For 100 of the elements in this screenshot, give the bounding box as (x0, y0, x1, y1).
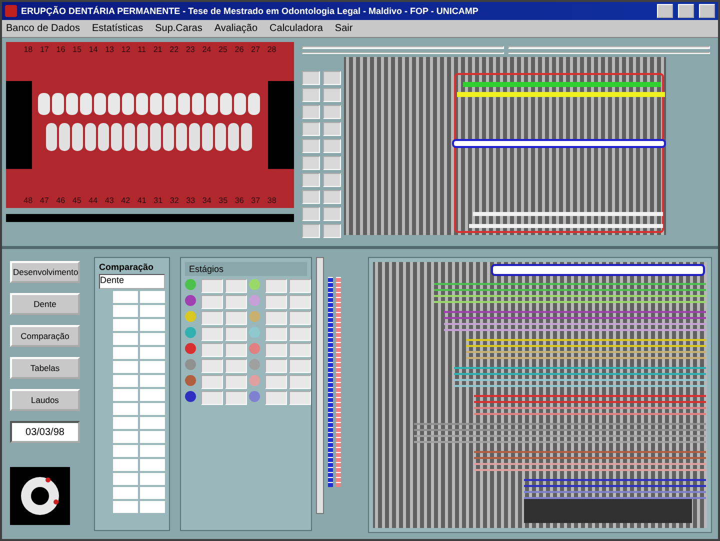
input-field[interactable] (113, 347, 138, 359)
input-field[interactable] (225, 279, 247, 293)
small-field[interactable] (302, 190, 320, 204)
input-field[interactable] (508, 46, 710, 48)
input-field[interactable] (113, 375, 138, 387)
input-field[interactable] (302, 46, 504, 48)
input-field[interactable] (201, 359, 223, 373)
input-field[interactable] (289, 295, 311, 309)
input-field[interactable] (113, 291, 138, 303)
small-field[interactable] (323, 105, 341, 119)
small-field[interactable] (302, 139, 320, 153)
menu-item[interactable]: Avaliação (214, 23, 258, 34)
input-field[interactable] (201, 279, 223, 293)
small-field[interactable] (302, 105, 320, 119)
input-field[interactable] (113, 473, 138, 485)
small-field[interactable] (323, 224, 341, 238)
side-button[interactable]: Dente (10, 293, 80, 315)
input-field[interactable] (265, 343, 287, 357)
input-field[interactable] (225, 343, 247, 357)
input-field[interactable] (289, 327, 311, 341)
input-field[interactable] (140, 319, 165, 331)
input-field[interactable] (201, 391, 223, 405)
menu-item[interactable]: Estatísticas (92, 23, 144, 34)
small-field[interactable] (302, 71, 320, 85)
input-field[interactable] (225, 391, 247, 405)
input-field[interactable] (140, 375, 165, 387)
small-field[interactable] (323, 71, 341, 85)
input-field[interactable] (140, 459, 165, 471)
input-field[interactable] (140, 445, 165, 457)
input-field[interactable] (265, 327, 287, 341)
input-field[interactable] (140, 333, 165, 345)
small-field[interactable] (302, 224, 320, 238)
input-field[interactable] (289, 311, 311, 325)
input-field[interactable] (140, 305, 165, 317)
side-button[interactable]: Comparação (10, 325, 80, 347)
input-field[interactable] (265, 391, 287, 405)
side-button[interactable]: Desenvolvimento (10, 261, 80, 283)
input-field[interactable] (113, 361, 138, 373)
scroll-bar[interactable] (6, 214, 294, 222)
small-field[interactable] (302, 173, 320, 187)
small-field[interactable] (302, 88, 320, 102)
small-field[interactable] (302, 207, 320, 221)
input-field[interactable] (140, 347, 165, 359)
input-field[interactable] (265, 279, 287, 293)
input-field[interactable] (265, 295, 287, 309)
small-field[interactable] (323, 190, 341, 204)
menu-item[interactable]: Calculadora (270, 23, 323, 34)
input-field[interactable] (289, 343, 311, 357)
input-field[interactable] (265, 375, 287, 389)
input-field[interactable] (289, 359, 311, 373)
input-field[interactable] (225, 359, 247, 373)
small-field[interactable] (323, 139, 341, 153)
input-field[interactable] (113, 487, 138, 499)
close-button[interactable] (699, 4, 715, 18)
small-field[interactable] (302, 156, 320, 170)
small-field[interactable] (302, 122, 320, 136)
small-field[interactable] (323, 122, 341, 136)
input-field[interactable] (113, 389, 138, 401)
input-field[interactable] (113, 431, 138, 443)
input-field[interactable] (140, 487, 165, 499)
small-field[interactable] (323, 173, 341, 187)
side-button[interactable]: Laudos (10, 389, 80, 411)
small-field[interactable] (323, 207, 341, 221)
menu-item[interactable]: Banco de Dados (6, 23, 80, 34)
input-field[interactable] (201, 343, 223, 357)
tooth-dropdown[interactable]: Dente (99, 274, 165, 289)
input-field[interactable] (140, 501, 165, 513)
menu-item[interactable]: Sair (334, 23, 353, 34)
input-field[interactable] (140, 361, 165, 373)
input-field[interactable] (201, 295, 223, 309)
input-field[interactable] (201, 311, 223, 325)
small-field[interactable] (323, 88, 341, 102)
scroll-bar[interactable] (316, 257, 324, 514)
input-field[interactable] (140, 431, 165, 443)
input-field[interactable] (113, 501, 138, 513)
input-field[interactable] (225, 311, 247, 325)
input-field[interactable] (225, 327, 247, 341)
input-field[interactable] (289, 375, 311, 389)
input-field[interactable] (289, 391, 311, 405)
maximize-button[interactable] (678, 4, 694, 18)
input-field[interactable] (289, 279, 311, 293)
input-field[interactable] (225, 375, 247, 389)
input-field[interactable] (201, 375, 223, 389)
input-field[interactable] (140, 403, 165, 415)
input-field[interactable] (201, 327, 223, 341)
input-field[interactable] (225, 295, 247, 309)
input-field[interactable] (113, 403, 138, 415)
input-field[interactable] (140, 473, 165, 485)
input-field[interactable] (113, 417, 138, 429)
input-field[interactable] (113, 445, 138, 457)
input-field[interactable] (113, 319, 138, 331)
minimize-button[interactable] (657, 4, 673, 18)
side-button[interactable]: Tabelas (10, 357, 80, 379)
input-field[interactable] (113, 305, 138, 317)
input-field[interactable] (265, 311, 287, 325)
input-field[interactable] (265, 359, 287, 373)
menu-item[interactable]: Sup.Caras (155, 23, 202, 34)
input-field[interactable] (140, 389, 165, 401)
input-field[interactable] (140, 291, 165, 303)
input-field[interactable] (113, 459, 138, 471)
